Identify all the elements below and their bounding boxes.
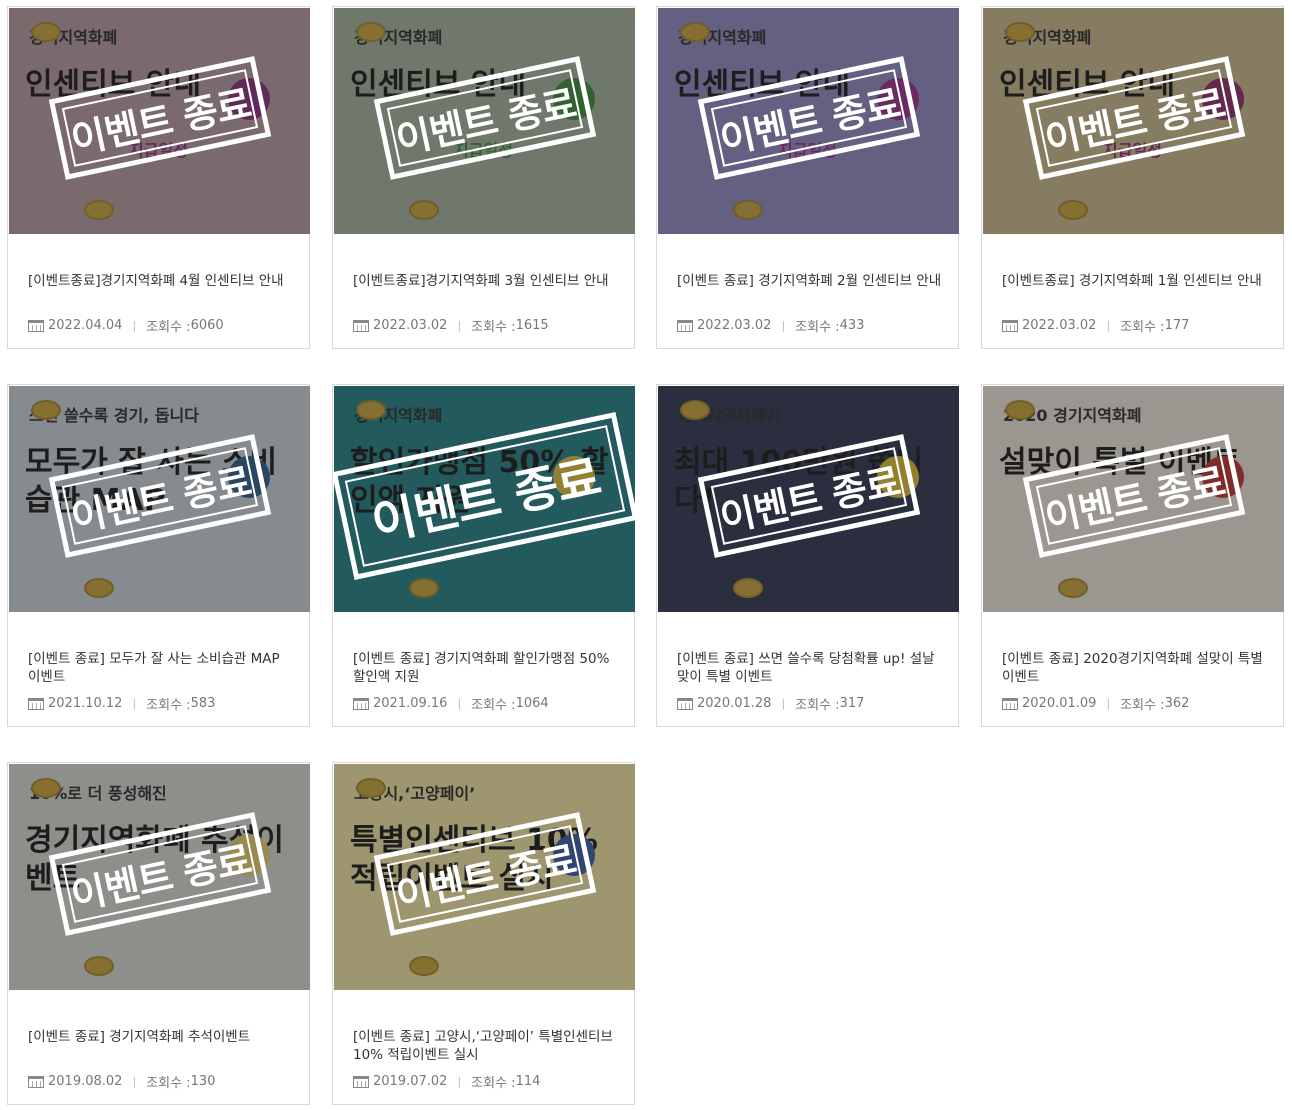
event-date: 2020.01.09 [1022,696,1097,711]
calendar-icon [677,319,693,332]
meta-divider: | [1106,319,1111,332]
event-date: 2021.09.16 [373,696,448,711]
event-card[interactable]: 경기지역화폐가 최대 100만원 쏩니다! 이벤트 종료 [이벤트 종료] 쓰면 쓸수… [656,384,959,727]
calendar-icon [353,319,369,332]
event-thumbnail[interactable]: 쓰면 쓸수록 경기, 돕니다 모두가 잘 사는 소비습관 MAP 이벤트 종료 [9,386,310,612]
event-card[interactable]: 경기지역화폐 할인가맹점 50% 할인액 지원 이벤트 종료 [이벤트 종료] 경기지… [332,384,635,727]
event-thumbnail[interactable]: 경기지역화폐 인센티브 안내 지급일정 이벤트 종료 [983,8,1284,234]
view-count-label: 조회수 : [146,320,191,335]
event-card[interactable]: 쓰면 쓸수록 경기, 돕니다 모두가 잘 사는 소비습관 MAP 이벤트 종료 [이벤… [7,384,310,727]
meta-divider: | [132,697,137,710]
event-title-link[interactable]: [이벤트 종료] 모두가 잘 사는 소비습관 MAP 이벤트 [28,650,293,686]
event-card[interactable]: 경기지역화폐 인센티브 안내 지급일정 이벤트 종료 [이벤트종료]경기지역화폐 3월 … [332,6,635,349]
meta-divider: | [781,697,786,710]
view-count-label: 조회수 : [471,1076,516,1091]
view-count: 1064 [515,696,549,711]
event-meta: 2020.01.28 | 조회수 : 317 [677,694,864,713]
meta-divider: | [457,319,462,332]
view-count-label: 조회수 : [471,698,516,713]
view-count: 1615 [515,318,549,333]
meta-divider: | [132,1075,137,1088]
event-title-link[interactable]: [이벤트 종료] 2020경기지역화폐 설맞이 특별 이벤트 [1002,650,1267,686]
event-card[interactable]: 경기지역화폐 인센티브 안내 지급일정 이벤트 종료 [이벤트종료]경기지역화폐 4월 … [7,6,310,349]
event-title-link[interactable]: [이벤트종료]경기지역화폐 4월 인센티브 안내 [28,272,293,290]
event-thumbnail[interactable]: 경기지역화폐 인센티브 안내 지급일정 이벤트 종료 [658,8,959,234]
calendar-icon [28,1075,44,1088]
view-count-label: 조회수 : [795,698,840,713]
calendar-icon [677,697,693,710]
event-date: 2019.08.02 [48,1074,123,1089]
calendar-icon [353,1075,369,1088]
event-thumbnail[interactable]: 2020 경기지역화폐 설맞이 특별 이벤트 이벤트 종료 [983,386,1284,612]
event-meta: 2021.09.16 | 조회수 : 1064 [353,694,549,713]
event-date: 2022.04.04 [48,318,123,333]
event-title-link[interactable]: [이벤트 종료] 고양시,‘고양페이’ 특별인센티브 10% 적립이벤트 실시 [353,1028,618,1064]
calendar-icon [28,319,44,332]
event-thumbnail[interactable]: 경기지역화폐 할인가맹점 50% 할인액 지원 이벤트 종료 [334,386,635,612]
view-count-label: 조회수 : [795,320,840,335]
view-count-label: 조회수 : [146,1076,191,1091]
view-count: 177 [1164,318,1190,333]
view-count: 130 [190,1074,216,1089]
view-count: 362 [1164,696,1190,711]
calendar-icon [28,697,44,710]
event-thumbnail[interactable]: 경기지역화폐가 최대 100만원 쏩니다! 이벤트 종료 [658,386,959,612]
calendar-icon [353,697,369,710]
event-meta: 2022.03.02 | 조회수 : 1615 [353,316,549,335]
event-card[interactable]: 경기지역화폐 인센티브 안내 지급일정 이벤트 종료 [이벤트종료] 경기지역화폐 1월… [981,6,1284,349]
event-title-link[interactable]: [이벤트 종료] 쓰면 쓸수록 당첨확률 up! 설날맞이 특별 이벤트 [677,650,942,686]
event-thumbnail[interactable]: 경기지역화폐 인센티브 안내 지급일정 이벤트 종료 [334,8,635,234]
event-date: 2019.07.02 [373,1074,448,1089]
event-title-link[interactable]: [이벤트 종료] 경기지역화폐 2월 인센티브 안내 [677,272,942,290]
view-count: 6060 [190,318,224,333]
calendar-icon [1002,697,1018,710]
event-title-link[interactable]: [이벤트 종료] 경기지역화폐 추석이벤트 [28,1028,293,1046]
view-count-label: 조회수 : [471,320,516,335]
meta-divider: | [457,697,462,710]
event-meta: 2019.08.02 | 조회수 : 130 [28,1072,215,1091]
calendar-icon [1002,319,1018,332]
view-count-label: 조회수 : [1120,698,1165,713]
event-meta: 2022.03.02 | 조회수 : 177 [1002,316,1189,335]
event-date: 2022.03.02 [1022,318,1097,333]
event-meta: 2019.07.02 | 조회수 : 114 [353,1072,540,1091]
meta-divider: | [1106,697,1111,710]
event-card[interactable]: 2020 경기지역화폐 설맞이 특별 이벤트 이벤트 종료 [이벤트 종료] 2020… [981,384,1284,727]
event-title-link[interactable]: [이벤트종료]경기지역화폐 3월 인센티브 안내 [353,272,618,290]
view-count: 317 [839,696,865,711]
event-date: 2022.03.02 [373,318,448,333]
view-count: 433 [839,318,865,333]
event-date: 2022.03.02 [697,318,772,333]
event-card[interactable]: 10%로 더 풍성해진 경기지역화폐 추석이벤트 이벤트 종료 [이벤트 종료] 경기… [7,762,310,1105]
event-meta: 2022.03.02 | 조회수 : 433 [677,316,864,335]
meta-divider: | [781,319,786,332]
event-card[interactable]: 고양시,‘고양페이’ 특별인센티브 10%적립이벤트 실시 이벤트 종료 [이벤트 종… [332,762,635,1105]
view-count: 583 [190,696,216,711]
event-meta: 2022.04.04 | 조회수 : 6060 [28,316,224,335]
event-thumbnail[interactable]: 10%로 더 풍성해진 경기지역화폐 추석이벤트 이벤트 종료 [9,764,310,990]
event-title-link[interactable]: [이벤트 종료] 경기지역화폐 할인가맹점 50% 할인액 지원 [353,650,618,686]
event-meta: 2021.10.12 | 조회수 : 583 [28,694,215,713]
view-count-label: 조회수 : [146,698,191,713]
event-date: 2021.10.12 [48,696,123,711]
meta-divider: | [457,1075,462,1088]
event-thumbnail[interactable]: 고양시,‘고양페이’ 특별인센티브 10%적립이벤트 실시 이벤트 종료 [334,764,635,990]
event-date: 2020.01.28 [697,696,772,711]
view-count-label: 조회수 : [1120,320,1165,335]
view-count: 114 [515,1074,541,1089]
event-meta: 2020.01.09 | 조회수 : 362 [1002,694,1189,713]
meta-divider: | [132,319,137,332]
event-title-link[interactable]: [이벤트종료] 경기지역화폐 1월 인센티브 안내 [1002,272,1267,290]
event-thumbnail[interactable]: 경기지역화폐 인센티브 안내 지급일정 이벤트 종료 [9,8,310,234]
event-card[interactable]: 경기지역화폐 인센티브 안내 지급일정 이벤트 종료 [이벤트 종료] 경기지역화폐 2… [656,6,959,349]
